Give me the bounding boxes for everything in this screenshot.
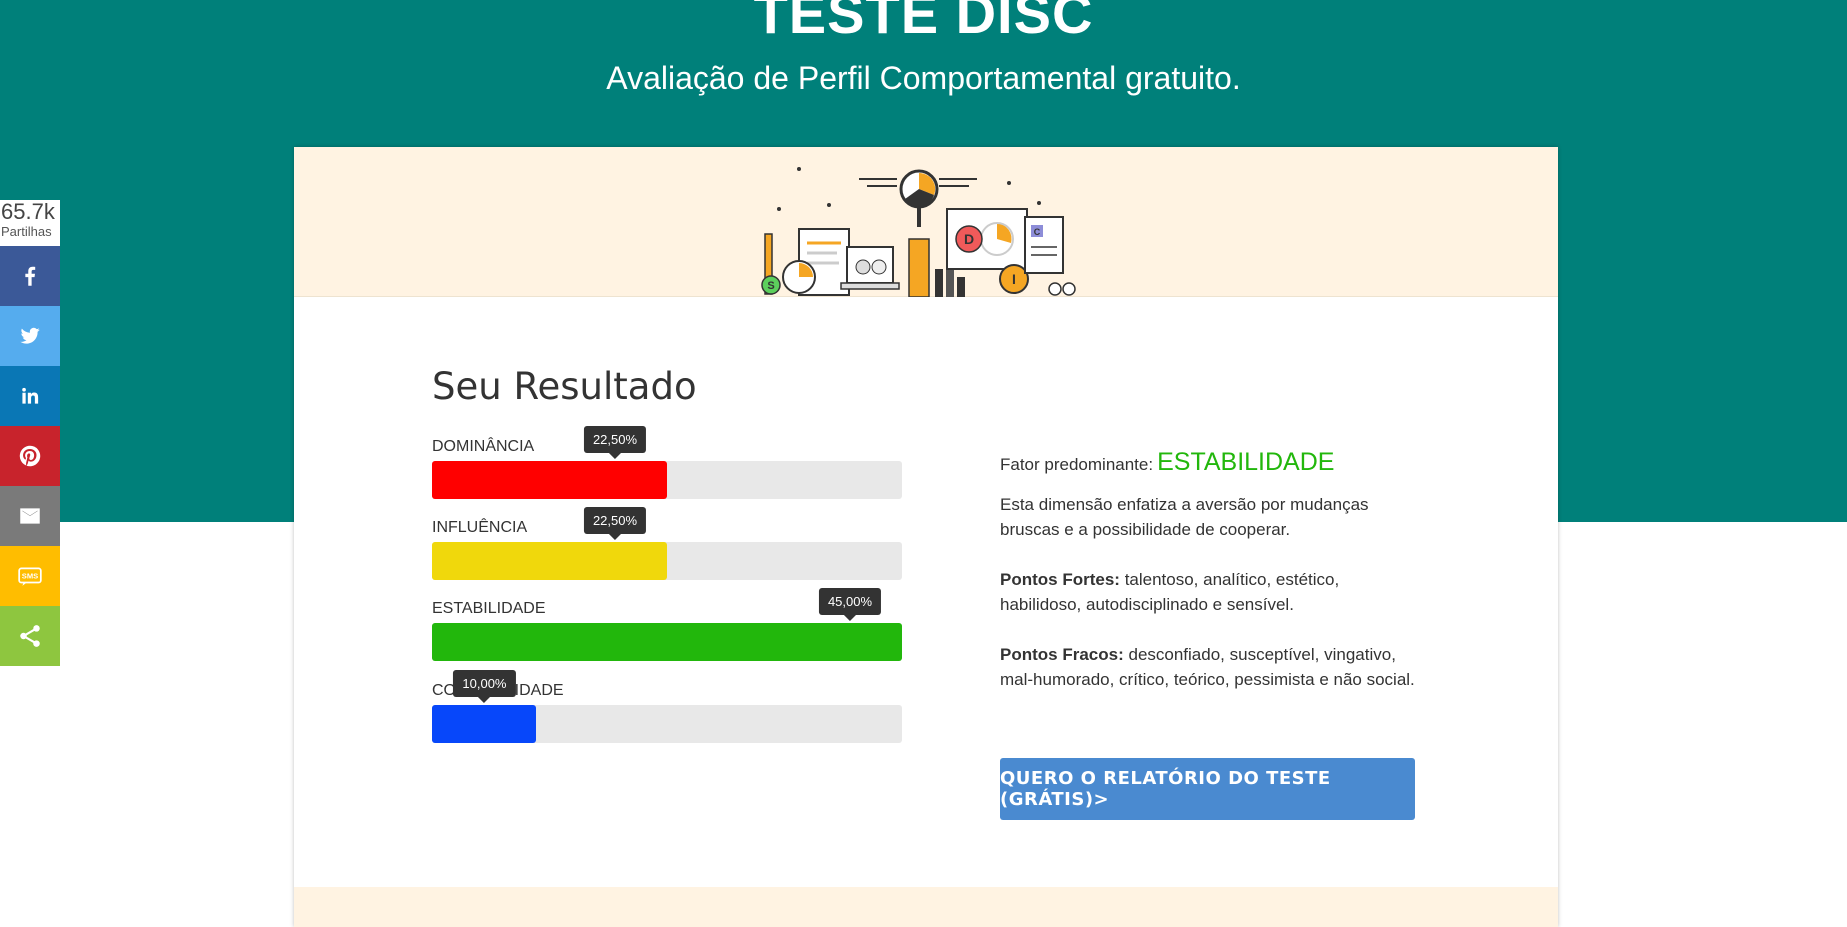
bar-estabilidade: ESTABILIDADE 45,00% <box>432 588 902 661</box>
bar-value-tooltip: 22,50% <box>583 426 647 459</box>
result-card: S D I C Seu Resultado DOMINÂNCIA 22,50% … <box>294 147 1558 927</box>
linkedin-icon <box>22 387 39 404</box>
bar-fill <box>432 461 667 499</box>
bar-fill <box>432 542 667 580</box>
share-email-button[interactable] <box>0 486 60 546</box>
bar-label: DOMINÂNCIA <box>432 438 535 455</box>
result-title: Seu Resultado <box>432 365 697 408</box>
illus-letter-i: I <box>1012 271 1016 287</box>
predominant-factor: Fator predominante: ESTABILIDADE <box>1000 447 1420 480</box>
share-icon <box>20 625 40 647</box>
bar-fill <box>432 623 902 661</box>
bar-track: 22,50% <box>432 426 902 499</box>
strengths: Pontos Fortes: talentoso, analítico, est… <box>1000 567 1420 617</box>
bar-value-tooltip: 10,00% <box>453 670 516 703</box>
share-twitter-button[interactable] <box>0 306 60 366</box>
bar-value-tooltip: 22,50% <box>583 507 647 540</box>
share-count-label: Partilhas <box>1 224 52 239</box>
share-count-number: 65.7k <box>1 199 55 224</box>
share-count: 65.7k Partilhas <box>0 200 60 246</box>
profile-description: Esta dimensão enfatiza a aversão por mud… <box>1000 495 1369 539</box>
twitter-icon <box>20 327 40 344</box>
page-subtitle: Avaliação de Perfil Comportamental gratu… <box>606 60 1241 96</box>
illus-letter-s: S <box>767 280 774 292</box>
bar-track: 10,00% <box>432 670 902 743</box>
share-more-button[interactable] <box>0 606 60 666</box>
share-sms-button[interactable]: SMS <box>0 546 60 606</box>
card-footer <box>294 887 1558 927</box>
bar-label: INFLUÊNCIA <box>432 519 528 536</box>
bar-value-tooltip: 45,00% <box>818 588 882 621</box>
report-cta-button[interactable]: QUERO O RELATÓRIO DO TESTE (GRÁTIS)> <box>1000 758 1415 820</box>
share-sidebar: 65.7k Partilhas SMS <box>0 200 60 666</box>
illus-letter-c: C <box>1034 227 1041 237</box>
bar-fill <box>432 705 537 743</box>
pinterest-icon <box>19 445 41 467</box>
disc-illustration: S D I C <box>761 167 1076 297</box>
bar-conformidade: CONFORMIDADE 10,00% <box>432 670 902 743</box>
strengths-label: Pontos Fortes: <box>1000 570 1120 589</box>
weaknesses: Pontos Fracos: desconfiado, susceptível,… <box>1000 642 1420 692</box>
bar-label: ESTABILIDADE <box>432 600 546 617</box>
sms-icon-text: SMS <box>22 572 38 581</box>
share-facebook-button[interactable] <box>0 246 60 306</box>
profile-summary: Fator predominante: ESTABILIDADE Esta dim… <box>1000 447 1420 692</box>
share-linkedin-button[interactable] <box>0 366 60 426</box>
illus-letter-d: D <box>964 231 974 247</box>
bar-dominancia: DOMINÂNCIA 22,50% <box>432 426 902 499</box>
predominant-label: Fator predominante: <box>1000 455 1154 474</box>
bar-track: 22,50% <box>432 507 902 580</box>
sms-icon: SMS <box>18 567 42 586</box>
predominant-value: ESTABILIDADE <box>1157 448 1335 476</box>
weaknesses-label: Pontos Fracos: <box>1000 645 1124 664</box>
bar-influencia: INFLUÊNCIA 22,50% <box>432 507 902 580</box>
bar-track: 45,00% <box>432 588 902 661</box>
card-banner: S D I C <box>294 147 1558 297</box>
page-title: TESTE DISC <box>753 0 1094 45</box>
email-icon <box>20 508 40 524</box>
share-pinterest-button[interactable] <box>0 426 60 486</box>
facebook-icon <box>25 266 36 286</box>
